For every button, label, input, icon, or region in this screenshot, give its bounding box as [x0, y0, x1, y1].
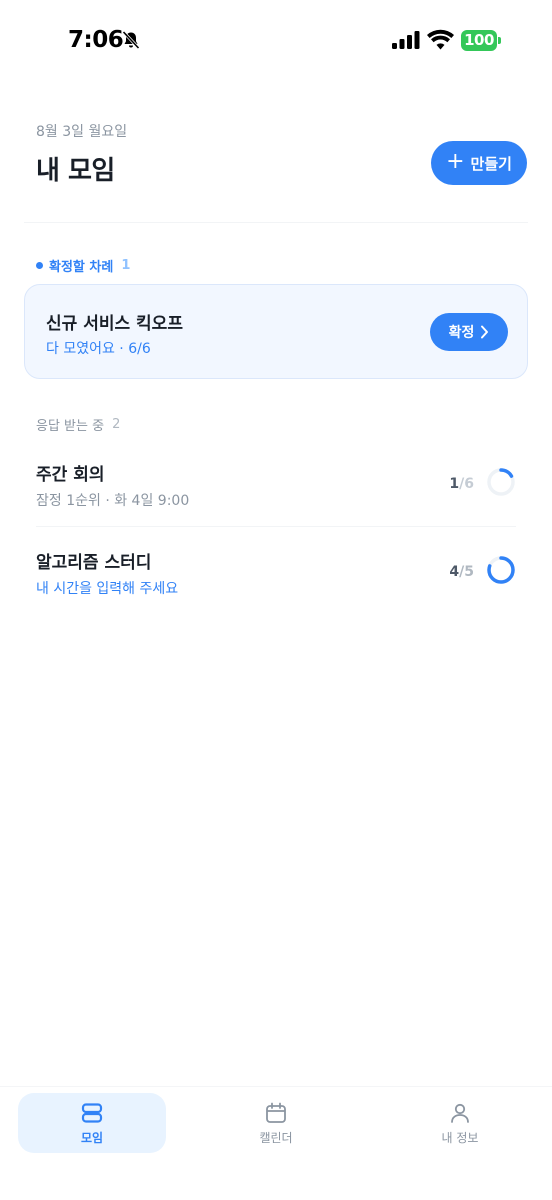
confirm-section-label: 확정할 차례	[49, 260, 114, 275]
responding-section-label: 응답 받는 중	[36, 419, 105, 434]
tab-bar: 모임 캘린더 내 정보	[0, 1086, 552, 1200]
tab-label: 모임	[80, 1130, 104, 1145]
tab-calendar[interactable]: 캘린더	[202, 1093, 350, 1153]
meeting-title: 알고리즘 스터디	[36, 553, 152, 573]
response-count: 1/6	[449, 476, 474, 492]
response-count-responded: 1	[449, 476, 460, 492]
battery-cap	[498, 37, 501, 44]
header-date: 8월 3일 월요일	[36, 124, 128, 140]
confirm-card-subtitle: 다 모였어요 · 6/6	[46, 341, 151, 357]
responding-section-count: 2	[112, 417, 121, 432]
response-count: 4/5	[449, 564, 474, 580]
section-dot	[36, 262, 43, 269]
meetings-icon	[81, 1102, 103, 1123]
response-count-total: /5	[459, 564, 474, 580]
row-divider	[36, 526, 516, 527]
responding-section-header: 응답 받는 중 2	[36, 415, 120, 434]
meeting-title: 주간 회의	[36, 465, 105, 485]
progress-ring	[487, 468, 515, 496]
status-time: 7:06	[68, 27, 124, 53]
tab-meetings[interactable]: 모임	[18, 1093, 166, 1153]
response-count-responded: 4	[449, 564, 460, 580]
header-divider	[24, 222, 528, 223]
tab-label: 내 정보	[441, 1130, 479, 1145]
progress-ring	[487, 556, 515, 584]
confirm-card-title: 신규 서비스 킥오프	[46, 314, 183, 334]
cellular-signal-icon	[392, 31, 420, 49]
person-icon	[451, 1103, 469, 1123]
confirm-button[interactable]: 확정	[430, 313, 508, 351]
create-meeting-button[interactable]: + 만들기	[431, 141, 527, 185]
chevron-right-icon	[481, 325, 489, 339]
create-button-label: 만들기	[470, 154, 512, 173]
wifi-icon	[427, 29, 454, 50]
bell-slash-icon	[122, 30, 140, 50]
response-count-total: /6	[459, 476, 474, 492]
battery-level: 100	[461, 30, 497, 51]
page-title: 내 모임	[36, 156, 115, 186]
confirm-section-count: 1	[121, 258, 131, 273]
confirm-meeting-card[interactable]: 신규 서비스 킥오프 다 모였어요 · 6/6 확정	[24, 284, 528, 379]
status-bar: 7:06 100	[0, 0, 552, 80]
meeting-subtitle: 잠정 1순위 · 화 4일 9:00	[36, 493, 190, 509]
battery-indicator: 100	[461, 30, 501, 51]
confirm-section-header: 확정할 차례 1	[36, 256, 130, 275]
calendar-icon	[266, 1102, 286, 1123]
meeting-row[interactable]: 주간 회의 잠정 1순위 · 화 4일 9:00 1/6	[36, 460, 516, 524]
tab-label: 캘린더	[259, 1130, 293, 1145]
meeting-subtitle: 내 시간을 입력해 주세요	[36, 581, 179, 597]
plus-icon: +	[446, 149, 465, 174]
confirm-button-label: 확정	[448, 325, 475, 341]
tab-my-info[interactable]: 내 정보	[386, 1093, 534, 1153]
meeting-row[interactable]: 알고리즘 스터디 내 시간을 입력해 주세요 4/5	[36, 548, 516, 612]
